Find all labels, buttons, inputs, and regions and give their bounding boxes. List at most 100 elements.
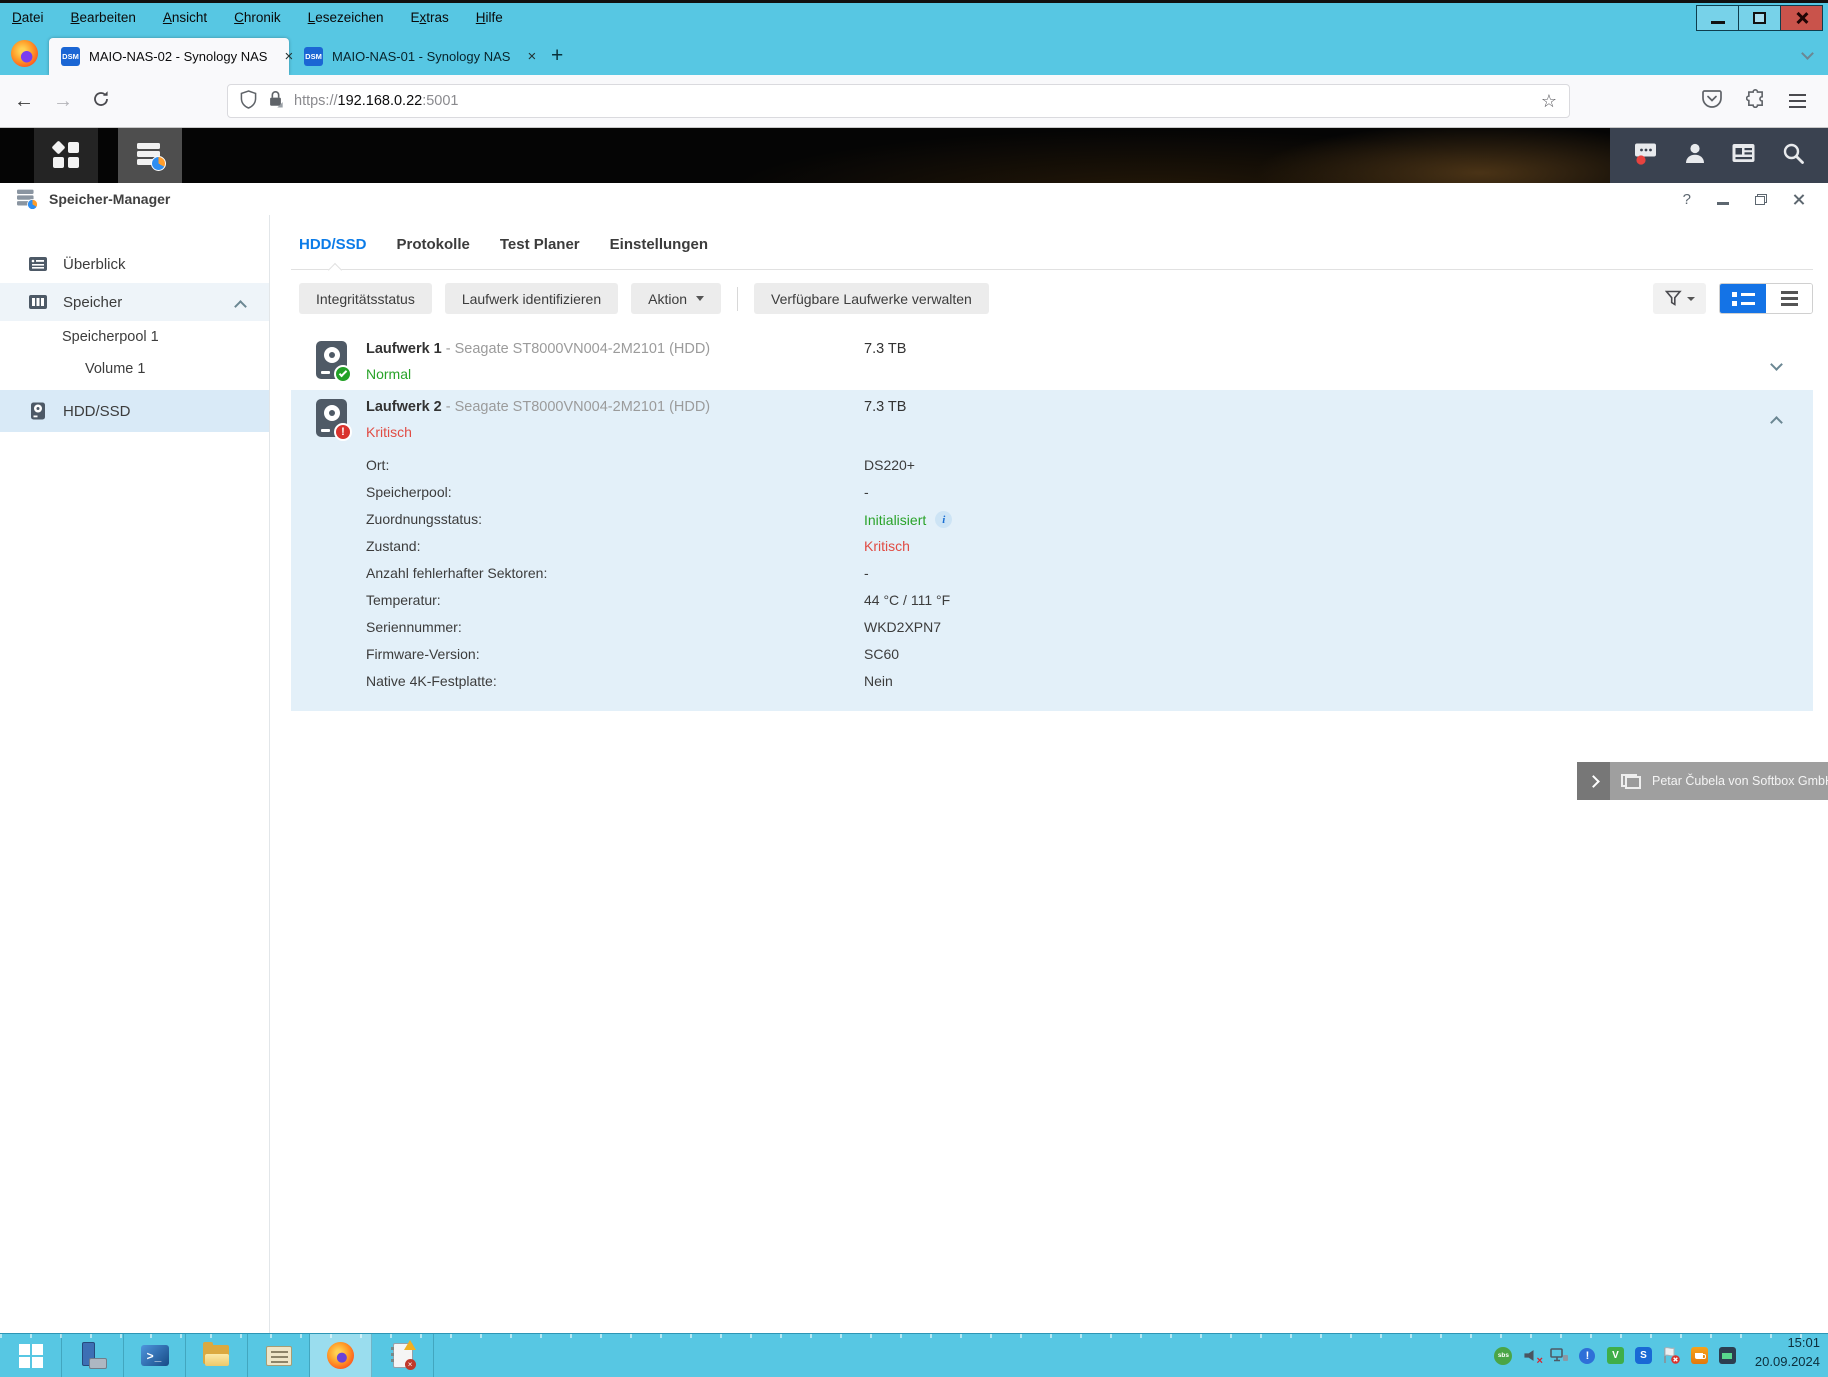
info-icon[interactable]: i (935, 511, 952, 528)
detail-value: - (864, 484, 869, 500)
sidebar-item-volume-1[interactable]: Volume 1 (0, 353, 269, 385)
help-button[interactable]: ? (1683, 191, 1691, 208)
tray-network-status-icon[interactable] (1550, 1346, 1569, 1365)
sidebar-item-berblick[interactable]: Überblick (0, 245, 269, 283)
menu-chronik[interactable]: Chronik (234, 10, 281, 25)
browser-tab[interactable]: DSMMAIO-NAS-02 - Synology NAS× (49, 38, 289, 75)
detail-value: SC60 (864, 646, 899, 662)
close-icon (1795, 11, 1809, 25)
screen: Datei Bearbeiten Ansicht Chronik Lesezeichen… (0, 0, 1828, 1377)
taskbar-button-windows-start[interactable] (0, 1334, 62, 1377)
restore-button[interactable] (1738, 5, 1781, 31)
tray-sbs-badge-icon[interactable]: sbs (1494, 1346, 1513, 1365)
notifications-icon[interactable] (1632, 140, 1659, 171)
tab-title: MAIO-NAS-02 - Synology NAS (89, 49, 267, 64)
window-close-button[interactable] (1793, 193, 1805, 205)
list-view-button[interactable] (1720, 284, 1766, 313)
drive-model: - Seagate ST8000VN004-2M2101 (HDD) (442, 399, 710, 415)
drive-row: ! Laufwerk 2 - Seagate ST8000VN004-2M210… (291, 390, 1813, 711)
detail-row: Firmware-Version: SC60 (291, 641, 1813, 668)
search-icon[interactable] (1780, 140, 1806, 171)
identify-drive-button[interactable]: Laufwerk identifizieren (445, 283, 618, 314)
compact-view-button[interactable] (1766, 284, 1812, 313)
sidebar-item-speicher[interactable]: Speicher (0, 283, 269, 321)
menu-datei[interactable]: Datei (12, 10, 44, 25)
clock-date: 20.09.2024 (1755, 1353, 1820, 1372)
taskbar-clock[interactable]: 15:01 20.09.2024 (1755, 1334, 1828, 1377)
tab-protokolle[interactable]: Protokolle (397, 231, 470, 269)
taskbar-button-file-explorer[interactable] (186, 1334, 248, 1377)
minimize-icon (1711, 21, 1725, 24)
drive-row-header[interactable]: Laufwerk 1 - Seagate ST8000VN004-2M2101 … (291, 332, 1813, 390)
shield-icon[interactable] (240, 90, 257, 113)
sidebar-item-speicherpool-1[interactable]: Speicherpool 1 (0, 321, 269, 353)
tab-close-icon[interactable]: × (527, 48, 536, 65)
hdd-drive-icon: ! (316, 399, 352, 441)
tray-antivirus-v-icon[interactable]: V (1606, 1346, 1625, 1365)
extensions-puzzle-icon[interactable] (1746, 89, 1765, 113)
dsm-favicon-icon: DSM (304, 47, 323, 66)
taskbar-button-server-manager[interactable] (62, 1334, 124, 1377)
minimize-button[interactable] (1696, 5, 1739, 31)
firefox-icon (327, 1342, 354, 1369)
menu-lesezeichen[interactable]: Lesezeichen (308, 10, 384, 25)
detail-row: Native 4K-Festplatte: Nein (291, 668, 1813, 695)
detail-row: Speicherpool: - (291, 479, 1813, 506)
filter-button[interactable] (1653, 283, 1706, 314)
user-account-icon[interactable] (1682, 140, 1708, 171)
detail-row: Seriennummer: WKD2XPN7 (291, 614, 1813, 641)
action-dropdown-button[interactable]: Aktion (631, 283, 721, 314)
manage-available-drives-button[interactable]: Verfügbare Laufwerke verwalten (754, 283, 989, 314)
tab-test-planer[interactable]: Test Planer (500, 231, 580, 269)
chevron-down-icon (1801, 47, 1814, 60)
taskbar-button-powershell[interactable]: >_ (124, 1334, 186, 1377)
menu-extras[interactable]: Extras (411, 10, 449, 25)
widgets-icon[interactable] (1730, 140, 1757, 171)
tray-flag-alert-icon[interactable] (1662, 1346, 1681, 1365)
drive-row-header[interactable]: ! Laufwerk 2 - Seagate ST8000VN004-2M210… (291, 390, 1813, 452)
tray-notify-alert-icon[interactable]: ! (1578, 1346, 1597, 1365)
browser-tab[interactable]: DSMMAIO-NAS-01 - Synology NAS× (292, 38, 532, 75)
window-restore-button[interactable] (1755, 194, 1767, 205)
back-button[interactable]: ← (14, 91, 34, 111)
window-minimize-button[interactable] (1717, 202, 1729, 205)
tab-einstellungen[interactable]: Einstellungen (610, 231, 708, 269)
overlay-expand-button[interactable] (1577, 762, 1610, 800)
tray-volume-muted-icon[interactable]: × (1522, 1346, 1541, 1365)
pocket-icon[interactable] (1702, 89, 1722, 113)
detail-value: - (864, 565, 869, 581)
tray-teamviewer-icon[interactable] (1718, 1346, 1737, 1365)
main-menu-button[interactable] (34, 128, 98, 183)
tray-java-updater-icon[interactable] (1690, 1346, 1709, 1365)
close-button[interactable] (1780, 5, 1823, 31)
list-all-tabs-button[interactable] (1803, 45, 1812, 63)
taskbar-button-document-viewer[interactable] (248, 1334, 310, 1377)
integrity-status-button[interactable]: Integritätsstatus (299, 283, 432, 314)
url-bar[interactable]: https://192.168.0.22:5001 ☆ (227, 84, 1570, 118)
menu-hilfe[interactable]: Hilfe (476, 10, 503, 25)
storage-manager-taskbar-button[interactable] (118, 128, 182, 183)
chevron-up-icon[interactable] (1772, 414, 1781, 432)
detail-value: Kritisch (864, 538, 910, 554)
hdd-icon (28, 401, 48, 421)
menu-ansicht[interactable]: Ansicht (163, 10, 207, 25)
tray-sophos-s-icon[interactable]: S (1634, 1346, 1653, 1365)
taskbar-button-firefox[interactable] (310, 1334, 372, 1377)
tab-title: MAIO-NAS-01 - Synology NAS (332, 49, 510, 64)
lock-icon[interactable] (268, 90, 283, 112)
new-tab-button[interactable]: + (551, 45, 563, 66)
menu-bearbeiten[interactable]: Bearbeiten (71, 10, 136, 25)
sidebar-item-hdd-ssd[interactable]: HDD/SSD (0, 390, 269, 432)
taskbar-button-event-viewer[interactable]: × (372, 1334, 434, 1377)
forward-button[interactable]: → (53, 91, 73, 111)
window-titlebar[interactable]: Speicher-Manager ? (0, 183, 1828, 215)
app-menu-icon[interactable] (1789, 94, 1806, 108)
dsm-desktop: Speicher-Manager ? ÜberblickSpeicherSpei… (0, 128, 1828, 1333)
clock-time: 15:01 (1755, 1334, 1820, 1353)
chevron-down-icon[interactable] (1772, 356, 1781, 374)
reload-button[interactable] (92, 90, 110, 112)
bookmark-star-icon[interactable]: ☆ (1541, 91, 1557, 112)
windows-taskbar: >_ × sbs ×! VS 15:01 20.09.2024 (0, 1333, 1828, 1377)
chevron-up-icon[interactable] (236, 298, 245, 315)
tab-strip: DSMMAIO-NAS-02 - Synology NAS×DSMMAIO-NA… (49, 38, 535, 75)
